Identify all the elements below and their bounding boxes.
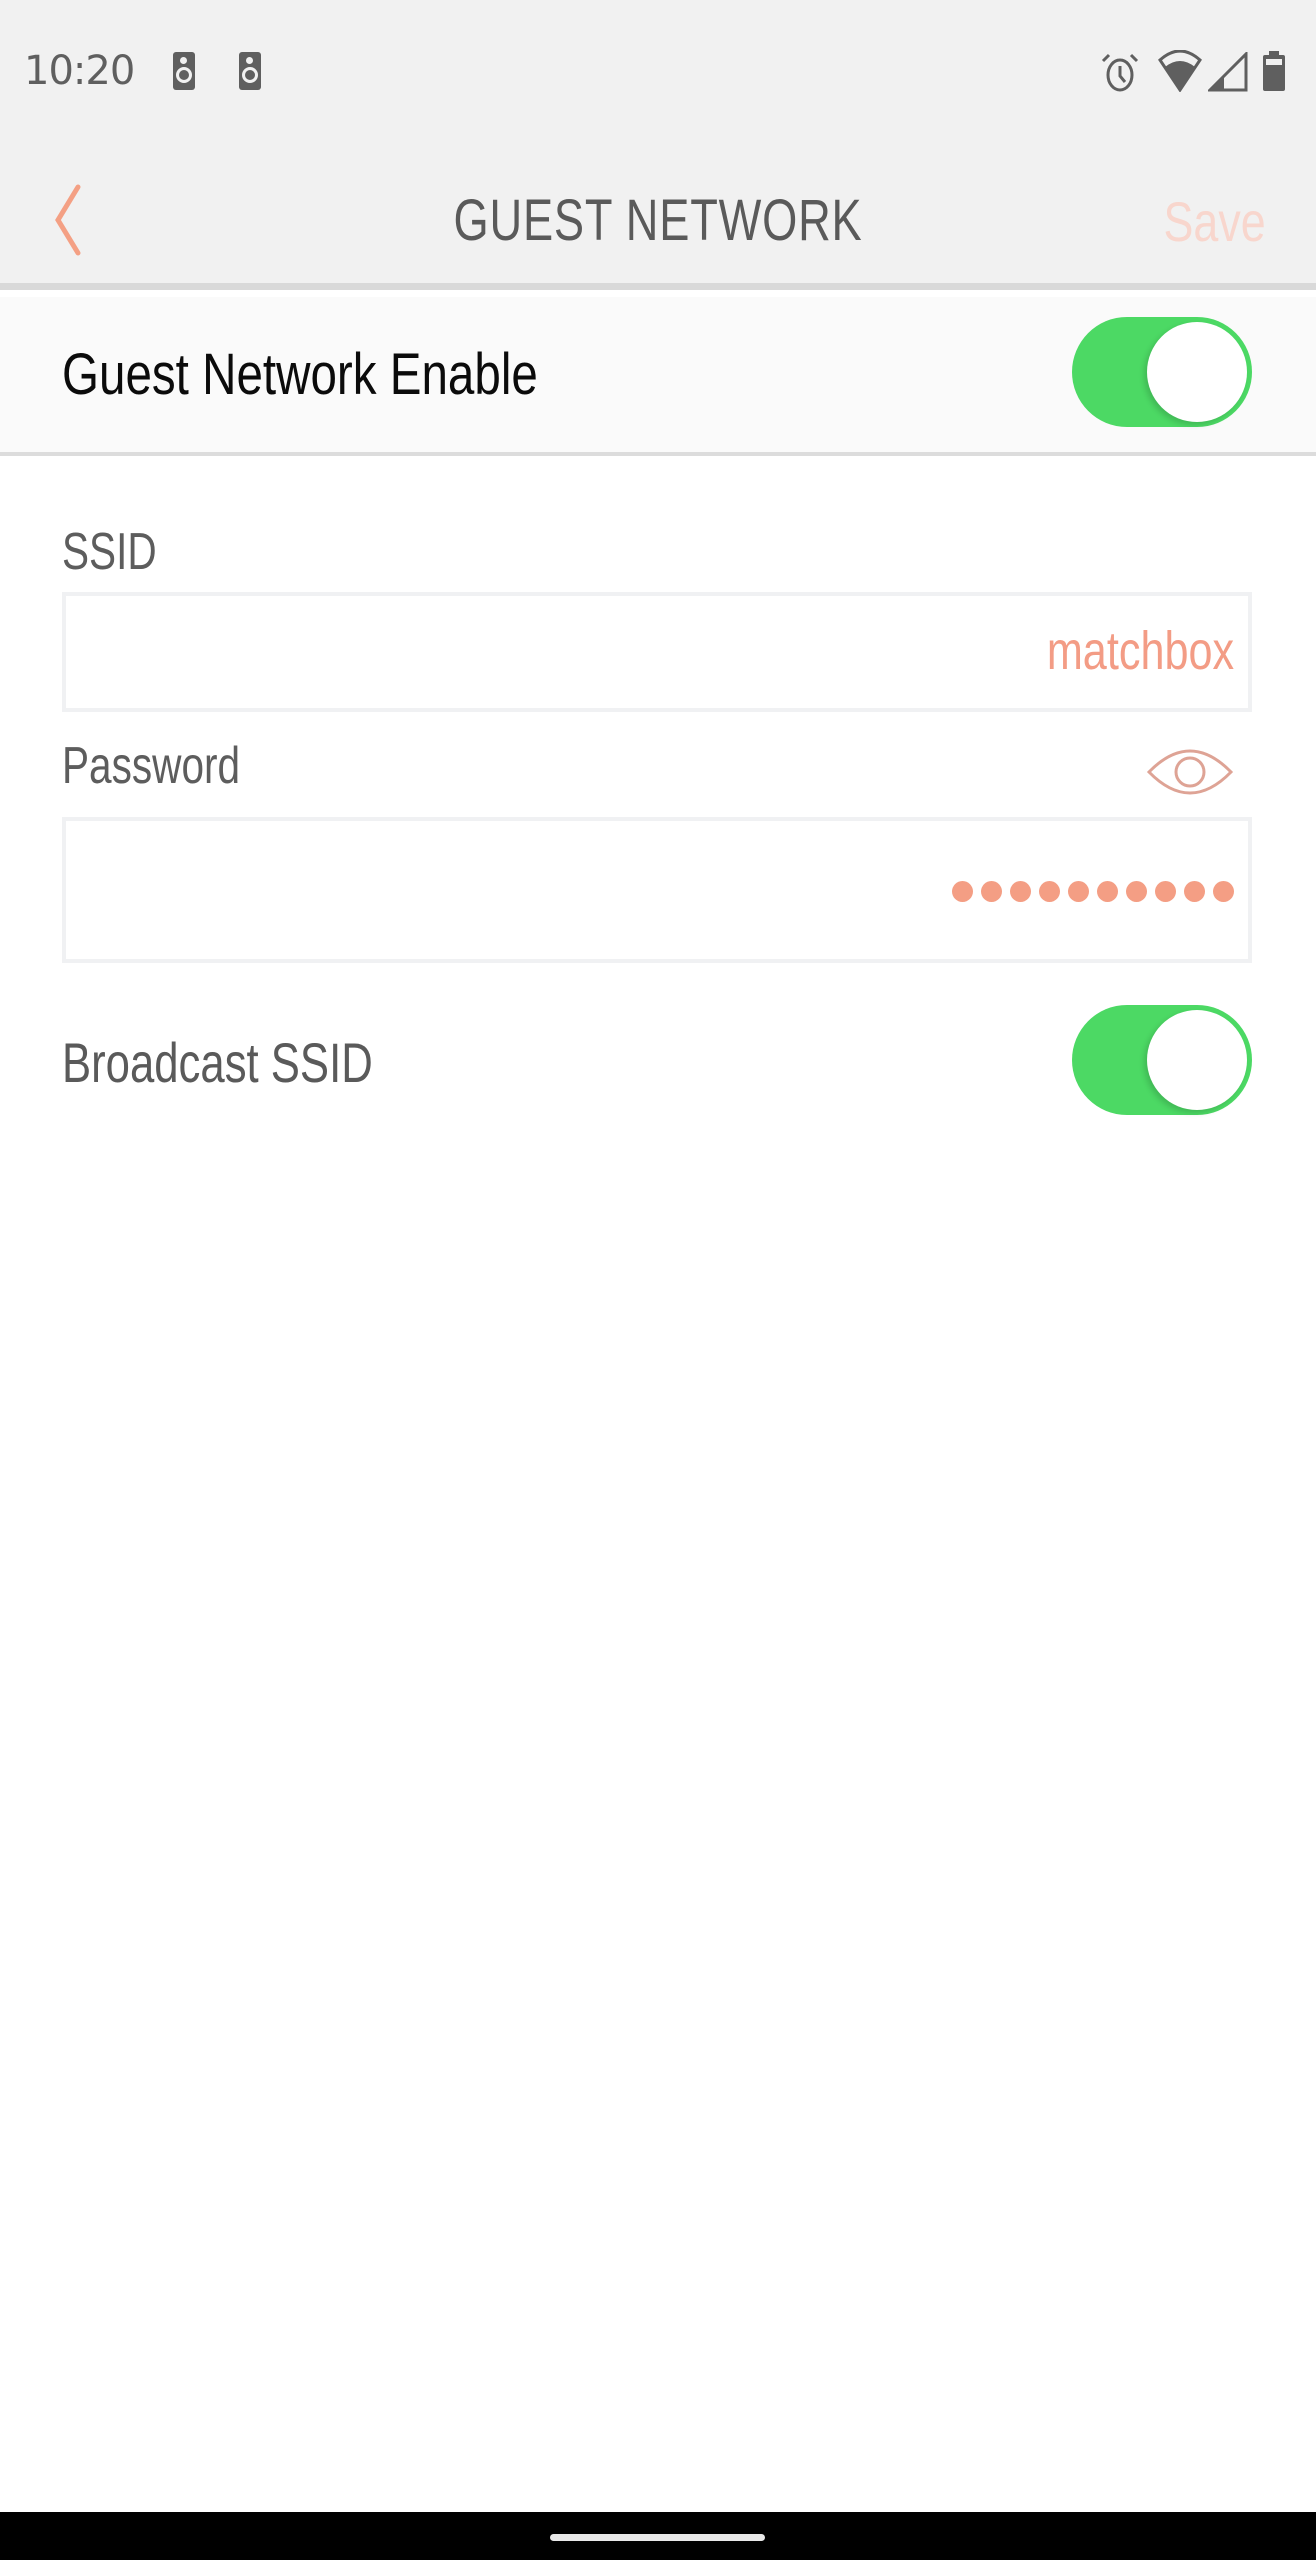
toggle-knob [1147, 1010, 1247, 1110]
password-label: Password [62, 737, 241, 795]
ssid-input[interactable]: matchbox [62, 592, 1252, 712]
back-button[interactable] [40, 175, 120, 265]
chevron-left-icon [55, 184, 81, 256]
password-dot [1010, 881, 1031, 902]
battery-icon [1263, 51, 1285, 91]
password-dot [1213, 881, 1234, 902]
password-dot [952, 881, 973, 902]
toggle-knob [1147, 322, 1247, 422]
ssid-label: SSID [62, 523, 157, 581]
password-dot [1097, 881, 1118, 902]
show-password-button[interactable] [1146, 742, 1234, 802]
speaker-icon [173, 52, 195, 90]
page-title: GUEST NETWORK [453, 188, 863, 253]
guest-network-toggle[interactable] [1072, 317, 1252, 427]
password-dot [1155, 881, 1176, 902]
broadcast-ssid-label: Broadcast SSID [62, 1031, 373, 1094]
wifi-icon [1158, 50, 1202, 92]
cell-signal-icon [1208, 52, 1248, 92]
alarm-icon [1101, 53, 1139, 92]
password-masked-value [952, 881, 1234, 902]
home-gesture-handle[interactable] [550, 2534, 765, 2541]
save-button[interactable]: Save [1164, 189, 1266, 254]
system-nav-bar [0, 2512, 1316, 2560]
eye-icon [1146, 749, 1234, 795]
status-time: 10:20 [24, 48, 135, 94]
password-dot [1039, 881, 1060, 902]
password-dot [981, 881, 1002, 902]
guest-network-enable-label: Guest Network Enable [62, 342, 538, 407]
password-input[interactable] [62, 817, 1252, 963]
ssid-value: matchbox [1046, 621, 1234, 681]
password-dot [1068, 881, 1089, 902]
status-bar: 10:20 [0, 0, 1316, 145]
app-header: GUEST NETWORK Save [0, 145, 1316, 290]
broadcast-ssid-toggle[interactable] [1072, 1005, 1252, 1115]
password-dot [1184, 881, 1205, 902]
speaker-icon [239, 52, 261, 90]
password-dot [1126, 881, 1147, 902]
guest-network-enable-row: Guest Network Enable [0, 297, 1316, 456]
